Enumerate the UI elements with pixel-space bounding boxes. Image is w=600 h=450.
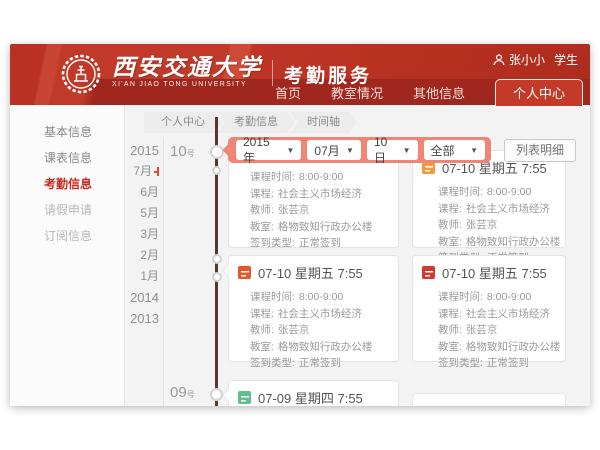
rail-month-5[interactable]: 5月 — [126, 203, 159, 224]
sidebar-item-leave-request[interactable]: 请假申请 — [10, 197, 124, 223]
attendance-type-icon — [238, 266, 251, 279]
rail-year-2014[interactable]: 2014 — [126, 287, 159, 308]
timeline-node[interactable] — [212, 166, 221, 175]
attendance-card[interactable]: 07-10 星期五 7:55 课程时间:8:00-9:00 课程:社会主义市场经… — [228, 255, 399, 362]
breadcrumb-attendance-info[interactable]: 考勤信息 — [217, 112, 295, 133]
rail-month-2[interactable]: 2月 — [126, 245, 159, 266]
attendance-card[interactable] — [412, 393, 566, 406]
sidebar: 基本信息 课表信息 考勤信息 请假申请 订阅信息 — [10, 105, 125, 406]
breadcrumb-personal-center[interactable]: 个人中心 — [144, 112, 222, 133]
attendance-card[interactable]: 07-09 星期四 7:55 — [228, 380, 399, 406]
rail-year-2013[interactable]: 2013 — [126, 308, 159, 329]
attendance-card[interactable]: 课程时间:8:00-9:00 课程:社会主义市场经济 教师:张芸京 教室:格物致… — [228, 155, 399, 248]
user-role: 学生 — [554, 51, 578, 68]
chevron-down-icon: ▼ — [286, 146, 294, 155]
timeline-node[interactable] — [212, 254, 222, 264]
year-select[interactable]: 2015年▼ — [236, 140, 301, 160]
sidebar-item-schedule-info[interactable]: 课表信息 — [10, 145, 124, 171]
attendance-card[interactable]: 07-10 星期五 7:55 课程时间:8:00-9:00 课程:社会主义市场经… — [412, 150, 566, 248]
timeline-node[interactable] — [210, 145, 224, 159]
university-logo-icon — [60, 53, 102, 95]
header: 西安交通大学 XI'AN JIAO TONG UNIVERSITY 考勤服务 张… — [10, 44, 590, 105]
date-filter-bar: 2015年▼ 07月▼ 10日▼ 全部▼ — [228, 137, 491, 163]
rail-divider — [163, 137, 164, 406]
rail-month-1[interactable]: 1月 — [126, 266, 159, 287]
sidebar-item-subscription-info[interactable]: 订阅信息 — [10, 223, 124, 249]
current-month-marker-icon — [154, 167, 159, 176]
rail-year-2015[interactable]: 2015 — [126, 140, 159, 161]
attendance-type-icon — [422, 266, 435, 279]
attendance-type-icon — [238, 391, 251, 404]
chevron-down-icon: ▼ — [403, 146, 411, 155]
sidebar-item-basic-info[interactable]: 基本信息 — [10, 119, 124, 145]
day-select[interactable]: 10日▼ — [367, 140, 418, 160]
day-label-09: 09号 — [170, 384, 195, 401]
rail-month-7[interactable]: 7月 — [126, 161, 159, 182]
rail-month-3[interactable]: 3月 — [126, 224, 159, 245]
attendance-card[interactable]: 07-10 星期五 7:55 课程时间:8:00-9:00 课程:社会主义市场经… — [412, 255, 566, 362]
timeline-year-rail: 2015 7月 6月 5月 3月 2月 1月 2014 2013 — [126, 140, 159, 329]
header-divider — [272, 60, 273, 86]
breadcrumb-timeline[interactable]: 时间轴 — [290, 112, 357, 133]
university-name: 西安交通大学 XI'AN JIAO TONG UNIVERSITY — [112, 56, 262, 88]
app-title: 考勤服务 — [284, 61, 372, 88]
app-window: 西安交通大学 XI'AN JIAO TONG UNIVERSITY 考勤服务 张… — [10, 44, 590, 406]
list-detail-button[interactable]: 列表明细 — [504, 139, 576, 162]
university-name-cn: 西安交通大学 — [112, 56, 262, 80]
type-select[interactable]: 全部▼ — [424, 140, 485, 160]
main-content: 个人中心 考勤信息 时间轴 2015 7月 6月 5月 3月 2月 1月 201… — [126, 105, 590, 406]
chevron-down-icon: ▼ — [346, 146, 354, 155]
chevron-down-icon: ▼ — [470, 146, 478, 155]
university-name-en: XI'AN JIAO TONG UNIVERSITY — [112, 81, 262, 88]
timeline-node[interactable] — [210, 388, 223, 401]
user-name: 张小小 — [509, 51, 545, 68]
nav-other-info[interactable]: 其他信息 — [413, 83, 465, 102]
month-select[interactable]: 07月▼ — [307, 140, 361, 160]
nav-personal-center-active-tab[interactable]: 个人中心 — [495, 79, 583, 106]
day-label-10: 10号 — [170, 143, 195, 160]
sidebar-item-attendance-info[interactable]: 考勤信息 — [10, 171, 124, 197]
breadcrumb: 个人中心 考勤信息 时间轴 — [144, 112, 357, 133]
timeline-node[interactable] — [212, 272, 222, 282]
rail-month-6[interactable]: 6月 — [126, 182, 159, 203]
person-icon — [493, 54, 505, 66]
user-info[interactable]: 张小小 学生 — [493, 51, 578, 68]
